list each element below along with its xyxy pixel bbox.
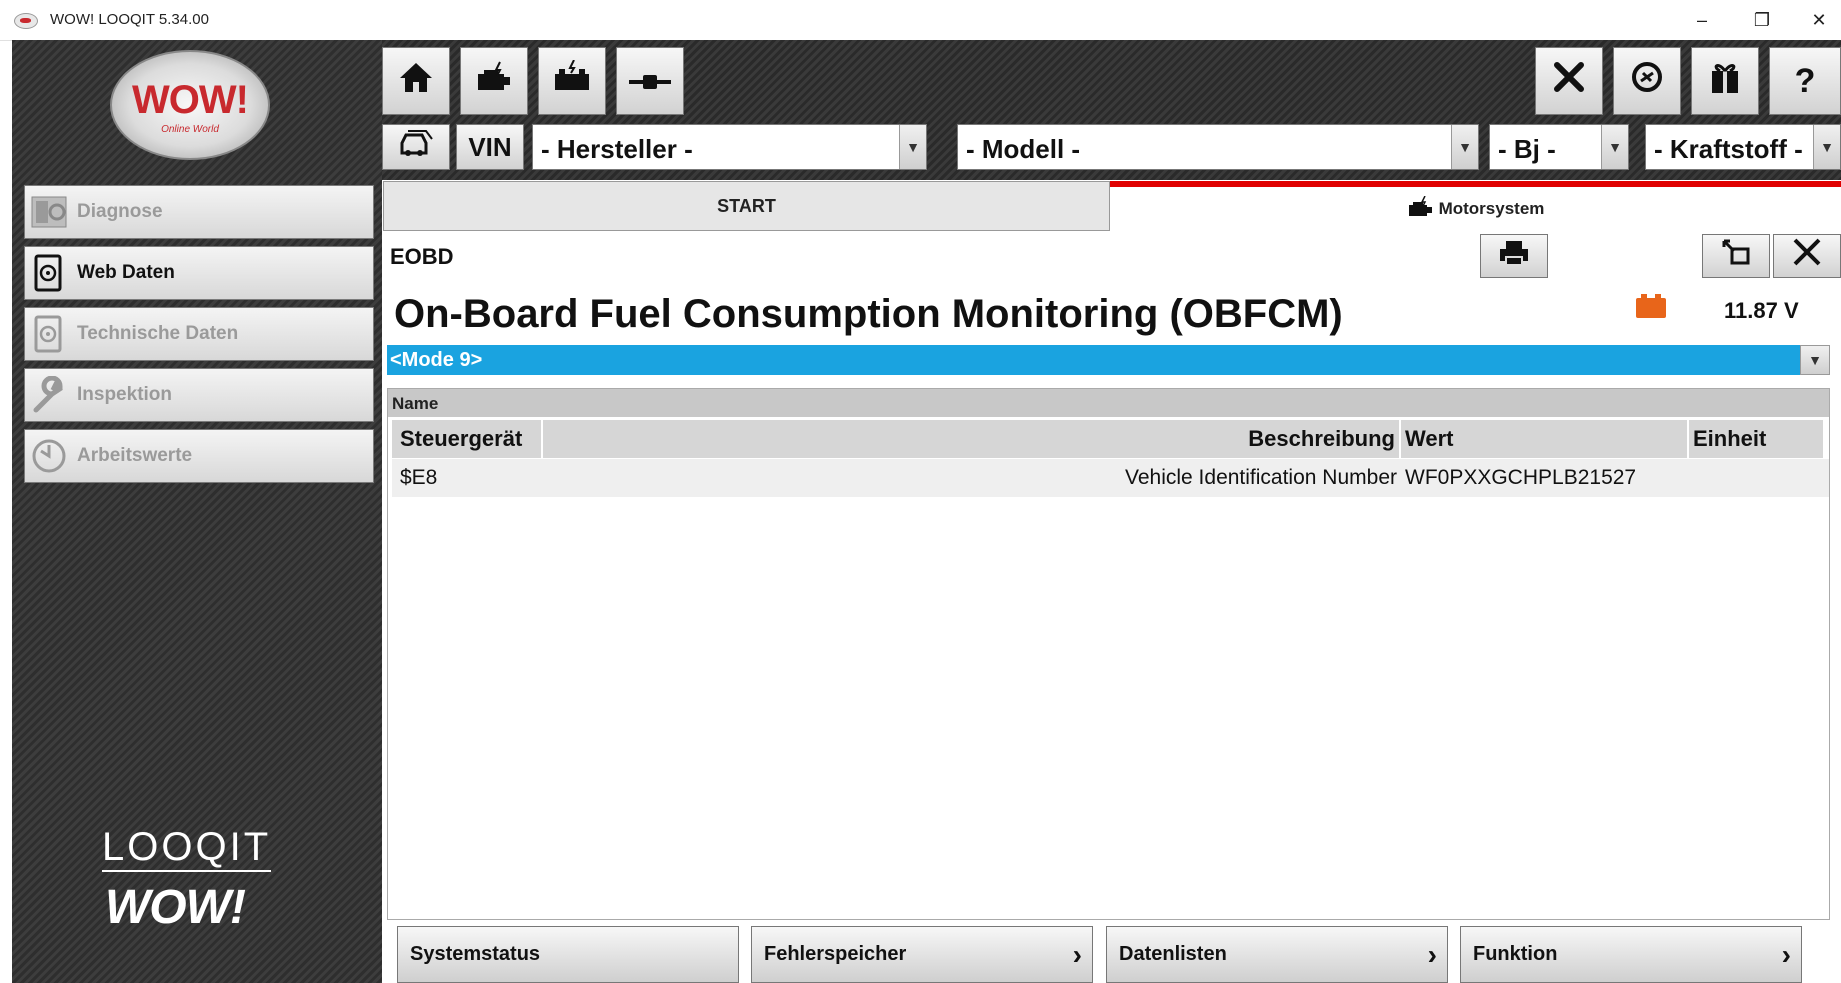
- group-header-label: Name: [392, 394, 439, 413]
- mode-select[interactable]: <Mode 9> ▼: [387, 345, 1830, 375]
- engine-button[interactable]: [460, 47, 528, 115]
- results-table: Name Steuergerät Beschreibung Wert Einhe…: [387, 388, 1830, 920]
- manufacturer-value: - Hersteller -: [541, 134, 693, 164]
- sidebar-item-label: Arbeitswerte: [77, 445, 193, 466]
- group-header[interactable]: Name: [388, 389, 1829, 417]
- clock-icon: [29, 436, 69, 476]
- sync-button[interactable]: [1613, 47, 1681, 115]
- chevron-down-icon[interactable]: ▼: [1451, 125, 1478, 169]
- looqit-logo: LOOQIT: [102, 825, 272, 872]
- close-icon: [1792, 237, 1822, 276]
- logo-subtext: Online World: [161, 124, 219, 135]
- chevron-down-icon[interactable]: ▼: [1813, 125, 1840, 169]
- fuel-value: - Kraftstoff -: [1654, 134, 1803, 164]
- year-value: - Bj -: [1498, 134, 1556, 164]
- engine-icon: [1407, 195, 1435, 223]
- manufacturer-select[interactable]: - Hersteller - ▼: [532, 124, 927, 170]
- gift-icon: [1708, 59, 1742, 104]
- battery-button[interactable]: [538, 47, 606, 115]
- diagnose-icon: [29, 192, 69, 232]
- mode-value: <Mode 9>: [390, 349, 483, 371]
- table-cell[interactable]: Vehicle Identification Number: [541, 459, 1401, 497]
- connector-button[interactable]: [616, 47, 684, 115]
- sidebar-item-arbeitswerte[interactable]: Arbeitswerte: [24, 429, 374, 483]
- window-title: WOW! LOOQIT 5.34.00: [50, 11, 209, 28]
- button-label: Fehlerspeicher: [764, 943, 907, 965]
- home-button[interactable]: [382, 47, 450, 115]
- minimize-button[interactable]: –: [1680, 0, 1724, 40]
- column-header-einheit[interactable]: Einheit: [1689, 420, 1823, 458]
- tab-motorsystem-label: Motorsystem: [1438, 199, 1545, 218]
- window-titlebar: WOW! LOOQIT 5.34.00 – ❐ ✕: [0, 0, 1841, 41]
- voltage-readout: 11.87 V: [1724, 298, 1799, 323]
- close-view-button[interactable]: [1773, 234, 1841, 278]
- tablet-steering-icon: [29, 314, 69, 354]
- gift-button[interactable]: [1691, 47, 1759, 115]
- table-cell[interactable]: [1689, 459, 1829, 497]
- fehlerspeicher-button[interactable]: Fehlerspeicher ›: [751, 926, 1093, 983]
- battery-voltage-icon: [1636, 294, 1666, 318]
- systemstatus-button[interactable]: Systemstatus: [397, 926, 739, 983]
- sidebar-item-diagnose[interactable]: Diagnose: [24, 185, 374, 239]
- button-label: Systemstatus: [410, 943, 541, 965]
- chevron-right-icon: ›: [1072, 939, 1082, 970]
- table-cell[interactable]: WF0PXXGCHPLB21527: [1401, 459, 1689, 497]
- tools-button[interactable]: [1535, 47, 1603, 115]
- sidebar: WOW! Online World Diagnose Web Daten Tec…: [12, 40, 382, 983]
- logo-text: WOW!: [132, 78, 249, 122]
- sidebar-item-label: Inspektion: [77, 384, 173, 405]
- chevron-down-icon[interactable]: ▼: [899, 125, 926, 169]
- sync-icon: [1629, 59, 1665, 104]
- sidebar-item-label: Web Daten: [77, 262, 175, 283]
- sidebar-item-label: Technische Daten: [77, 323, 239, 344]
- tab-start[interactable]: START: [383, 181, 1110, 231]
- top-toolbar: ? VIN - Hersteller - ▼ - Modell - ▼ - Bj…: [382, 40, 1841, 180]
- chevron-right-icon: ›: [1781, 939, 1791, 970]
- restore-button[interactable]: ❐: [1740, 0, 1784, 40]
- print-button[interactable]: [1480, 234, 1548, 278]
- wrench-icon: [29, 375, 69, 415]
- battery-icon: [552, 59, 592, 103]
- button-label: Datenlisten: [1119, 943, 1227, 965]
- chevron-down-icon[interactable]: ▼: [1800, 345, 1830, 375]
- undock-button[interactable]: [1702, 234, 1770, 278]
- connector-icon: [629, 62, 671, 101]
- app-icon: [14, 13, 38, 29]
- datenlisten-button[interactable]: Datenlisten ›: [1106, 926, 1448, 983]
- engine-icon: [474, 60, 514, 103]
- page-title: On-Board Fuel Consumption Monitoring (OB…: [394, 292, 1343, 336]
- cars-icon: [398, 129, 434, 166]
- column-header-wert[interactable]: Wert: [1401, 420, 1687, 458]
- close-window-button[interactable]: ✕: [1797, 0, 1841, 40]
- button-label: Funktion: [1473, 943, 1558, 965]
- home-icon: [398, 60, 434, 103]
- year-select[interactable]: - Bj - ▼: [1489, 124, 1629, 170]
- printer-icon: [1498, 237, 1530, 276]
- undock-icon: [1720, 237, 1752, 276]
- section-label: EOBD: [390, 244, 454, 269]
- sidebar-item-label: Diagnose: [77, 201, 163, 222]
- column-header-beschreibung[interactable]: Beschreibung: [543, 420, 1399, 458]
- model-select[interactable]: - Modell - ▼: [957, 124, 1479, 170]
- sidebar-item-inspektion[interactable]: Inspektion: [24, 368, 374, 422]
- fuel-select[interactable]: - Kraftstoff - ▼: [1645, 124, 1841, 170]
- vehicle-select-button[interactable]: [382, 124, 450, 170]
- column-header-steuergeraet[interactable]: Steuergerät: [392, 420, 541, 458]
- help-button[interactable]: ?: [1769, 47, 1841, 115]
- tab-motorsystem[interactable]: Motorsystem: [1110, 181, 1841, 231]
- tablet-steering-icon: [29, 253, 69, 293]
- sidebar-item-web-daten[interactable]: Web Daten: [24, 246, 374, 300]
- vin-button[interactable]: VIN: [456, 124, 524, 170]
- funktion-button[interactable]: Funktion ›: [1460, 926, 1802, 983]
- table-cell[interactable]: $E8: [392, 459, 541, 497]
- model-value: - Modell -: [966, 134, 1081, 164]
- tools-icon: [1551, 59, 1587, 104]
- wow-brand-text: WOW!: [105, 881, 246, 934]
- chevron-right-icon: ›: [1427, 939, 1437, 970]
- wow-logo: WOW! Online World: [110, 50, 270, 160]
- sidebar-item-technische-daten[interactable]: Technische Daten: [24, 307, 374, 361]
- chevron-down-icon[interactable]: ▼: [1601, 125, 1628, 169]
